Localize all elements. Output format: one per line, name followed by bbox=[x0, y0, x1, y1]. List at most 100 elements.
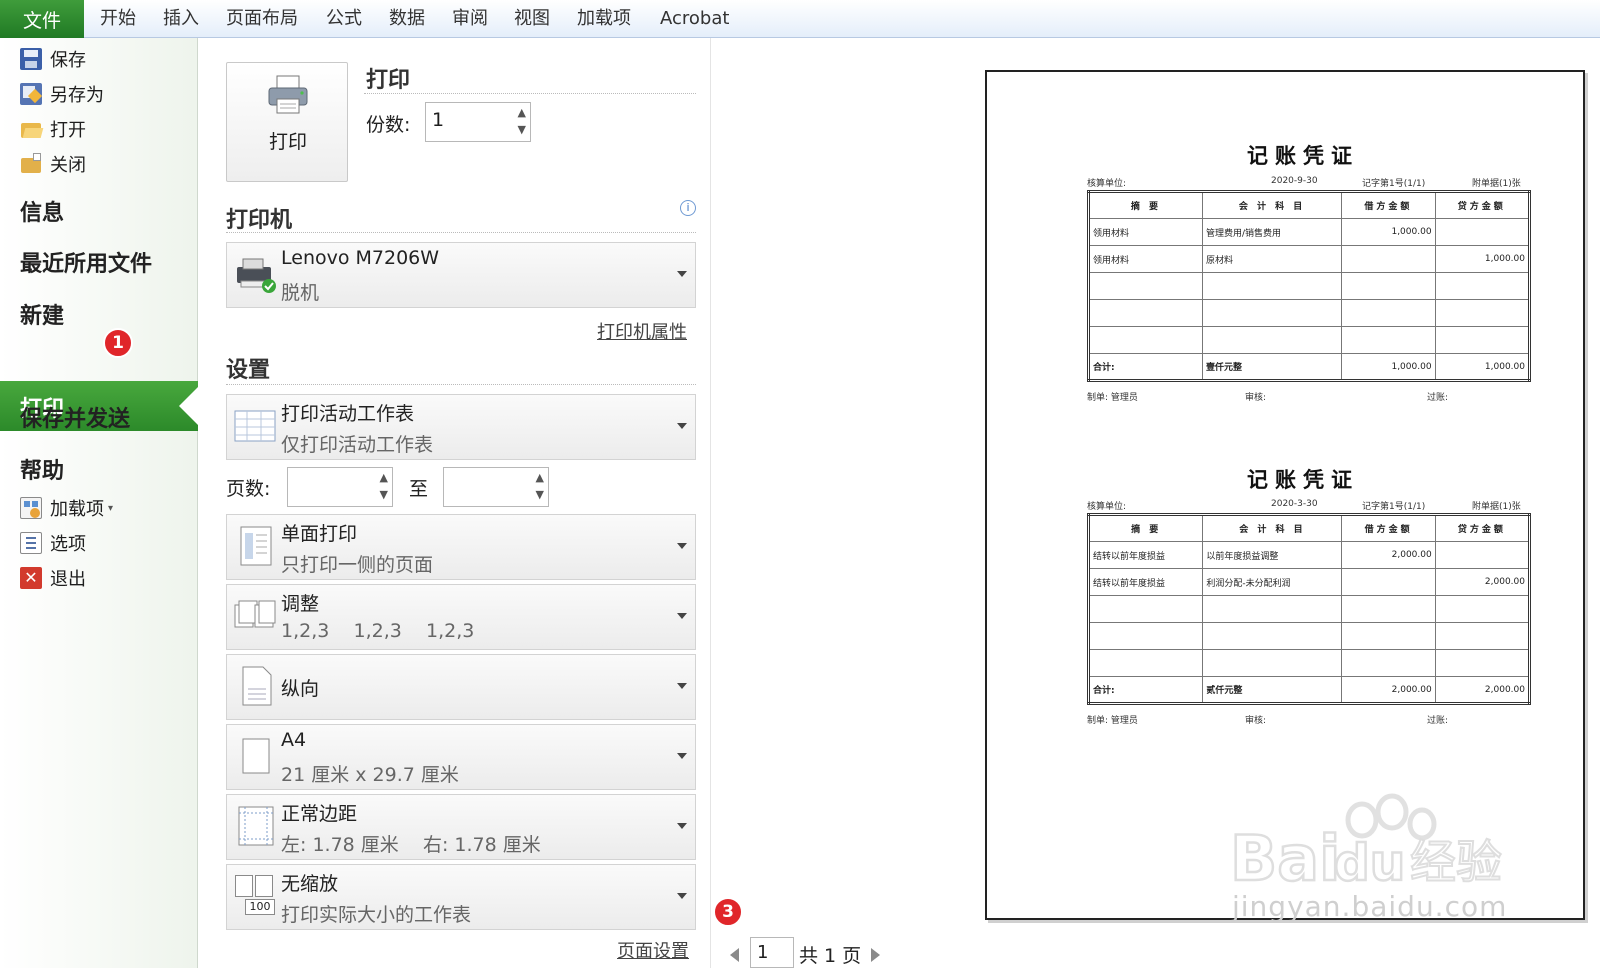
page-total: 共 1 页 bbox=[799, 945, 862, 967]
printer-device-icon bbox=[237, 258, 276, 293]
collate-select[interactable]: 调整 1,2,3 1,2,3 1,2,3 bbox=[226, 584, 696, 650]
table-header-cell: 会 计 科 目 bbox=[1201, 191, 1343, 219]
scaling-select[interactable]: 100 无缩放 打印实际大小的工作表 bbox=[226, 864, 696, 930]
info-icon[interactable]: i bbox=[680, 200, 696, 216]
copies-label: 份数: bbox=[366, 114, 411, 136]
scaling-title: 无缩放 bbox=[281, 873, 339, 895]
spin-up-icon[interactable]: ▲ bbox=[380, 471, 388, 484]
tab-acrobat[interactable]: Acrobat bbox=[660, 0, 729, 38]
table-cell bbox=[1088, 299, 1203, 327]
copies-input[interactable]: 1 ▲ ▼ bbox=[425, 102, 531, 142]
voucher-date: 2020-3-30 bbox=[1271, 499, 1318, 509]
nav-exit[interactable]: ✕ 退出 bbox=[20, 563, 86, 593]
spin-up-icon[interactable]: ▲ bbox=[536, 471, 544, 484]
table-cell bbox=[1088, 326, 1203, 354]
tab-home[interactable]: 开始 bbox=[100, 0, 136, 38]
spin-down-icon[interactable]: ▼ bbox=[380, 488, 388, 501]
collate-sub: 1,2,3 1,2,3 1,2,3 bbox=[281, 620, 475, 642]
paper-size-select[interactable]: A4 21 厘米 x 29.7 厘米 bbox=[226, 724, 696, 790]
svg-text:Bai: Bai bbox=[1230, 822, 1340, 895]
tab-addins[interactable]: 加载项 bbox=[577, 0, 631, 38]
single-sided-icon bbox=[240, 526, 272, 566]
pages-to-input[interactable]: ▲ ▼ bbox=[443, 467, 549, 507]
nav-options[interactable]: 选项 bbox=[20, 528, 86, 558]
nav-save-as[interactable]: 另存为 bbox=[20, 79, 104, 109]
watermark-url: jingyan.baidu.com bbox=[1232, 890, 1508, 923]
table-cell: 1,000.00 bbox=[1341, 218, 1436, 246]
page-number-value: 1 bbox=[757, 942, 769, 963]
spin-down-icon[interactable]: ▼ bbox=[536, 488, 544, 501]
voucher-attachments: 附单据(1)张 bbox=[1472, 179, 1521, 189]
nav-save-and-send[interactable]: 保存并发送 bbox=[20, 401, 130, 433]
pages-from-input[interactable]: ▲ ▼ bbox=[287, 467, 393, 507]
table-row: 结转以前年度损益 以前年度损益调整 2,000.00 bbox=[1087, 541, 1531, 569]
nav-addins[interactable]: 加载项 ▾ bbox=[20, 493, 113, 523]
print-button[interactable]: 打印 bbox=[226, 62, 348, 182]
spin-down-icon[interactable]: ▼ bbox=[518, 123, 526, 136]
table-header-row: 摘 要 会 计 科 目 借方金额 贷方金额 bbox=[1087, 514, 1531, 542]
page-setup-link[interactable]: 页面设置 bbox=[617, 937, 689, 963]
table-cell: 结转以前年度损益 bbox=[1087, 541, 1204, 569]
tab-insert[interactable]: 插入 bbox=[163, 0, 199, 38]
divider bbox=[226, 232, 696, 233]
table-cell bbox=[1341, 595, 1436, 623]
table-cell: 1,000.00 bbox=[1434, 245, 1531, 273]
nav-help[interactable]: 帮助 bbox=[20, 453, 64, 485]
voucher-footer-maker: 制单: 管理员 bbox=[1087, 716, 1138, 726]
nav-info[interactable]: 信息 bbox=[20, 195, 64, 227]
sides-select[interactable]: 单面打印 只打印一侧的页面 bbox=[226, 514, 696, 580]
backstage-nav: 保存 另存为 打开 关闭 信息 最近所用文件 新建 打印 保存并发送 帮助 加载… bbox=[0, 38, 199, 968]
page-number-input[interactable]: 1 bbox=[750, 937, 794, 968]
nav-recent[interactable]: 最近所用文件 bbox=[20, 246, 152, 278]
next-page-icon[interactable] bbox=[871, 948, 880, 962]
table-cell: 利润分配-未分配利润 bbox=[1202, 568, 1343, 596]
print-heading: 打印 bbox=[366, 68, 411, 93]
nav-save[interactable]: 保存 bbox=[20, 44, 86, 74]
print-what-sub: 仅打印活动工作表 bbox=[281, 434, 434, 456]
nav-close[interactable]: 关闭 bbox=[20, 149, 86, 179]
tab-view[interactable]: 视图 bbox=[514, 0, 550, 38]
orientation-select[interactable]: 纵向 bbox=[226, 654, 696, 720]
table-cell bbox=[1202, 622, 1343, 650]
table-total-row: 合计: 壹仟元整 1,000.00 1,000.00 bbox=[1088, 353, 1531, 381]
table-cell bbox=[1341, 568, 1436, 596]
printer-heading: 打印机 bbox=[226, 208, 293, 233]
voucher-footer-review: 审核: bbox=[1245, 393, 1267, 403]
tab-file[interactable]: 文件 bbox=[0, 0, 84, 38]
dropdown-arrow-icon bbox=[677, 683, 687, 689]
dropdown-arrow-icon bbox=[677, 823, 687, 829]
sides-sub: 只打印一侧的页面 bbox=[281, 554, 434, 576]
voucher-footer-maker: 制单: 管理员 bbox=[1087, 393, 1138, 403]
paper-sub: 21 厘米 x 29.7 厘米 bbox=[281, 764, 459, 786]
voucher-footer-review: 审核: bbox=[1245, 716, 1267, 726]
tab-review[interactable]: 审阅 bbox=[452, 0, 488, 38]
printer-select[interactable]: Lenovo M7206W 脱机 bbox=[226, 242, 696, 308]
nav-new[interactable]: 新建 bbox=[20, 298, 64, 330]
nav-addins-label: 加载项 bbox=[50, 499, 104, 520]
table-cell bbox=[1434, 299, 1531, 327]
no-scaling-icon: 100 bbox=[233, 875, 277, 917]
nav-options-label: 选项 bbox=[50, 534, 86, 555]
nav-save-as-label: 另存为 bbox=[50, 85, 104, 106]
print-what-select[interactable]: 打印活动工作表 仅打印活动工作表 bbox=[226, 394, 696, 460]
table-cell bbox=[1341, 649, 1436, 677]
collate-title: 调整 bbox=[281, 593, 320, 615]
printer-properties-link[interactable]: 打印机属性 bbox=[597, 318, 687, 344]
table-cell: 合计: bbox=[1088, 353, 1203, 381]
orientation-title: 纵向 bbox=[281, 678, 320, 700]
settings-heading: 设置 bbox=[226, 358, 271, 383]
margins-select[interactable]: 正常边距 左: 1.78 厘米 右: 1.78 厘米 bbox=[226, 794, 696, 860]
table-header-cell: 贷方金额 bbox=[1434, 191, 1531, 219]
table-header-cell: 会 计 科 目 bbox=[1202, 514, 1343, 542]
tab-data[interactable]: 数据 bbox=[389, 0, 425, 38]
table-cell bbox=[1202, 595, 1343, 623]
spin-up-icon[interactable]: ▲ bbox=[518, 106, 526, 119]
table-cell bbox=[1434, 649, 1531, 677]
nav-open[interactable]: 打开 bbox=[20, 114, 86, 144]
divider bbox=[364, 93, 696, 94]
print-what-title: 打印活动工作表 bbox=[281, 403, 415, 425]
tab-formulas[interactable]: 公式 bbox=[326, 0, 362, 38]
preview-divider bbox=[710, 38, 711, 968]
tab-page-layout[interactable]: 页面布局 bbox=[226, 0, 298, 38]
prev-page-icon[interactable] bbox=[730, 948, 739, 962]
